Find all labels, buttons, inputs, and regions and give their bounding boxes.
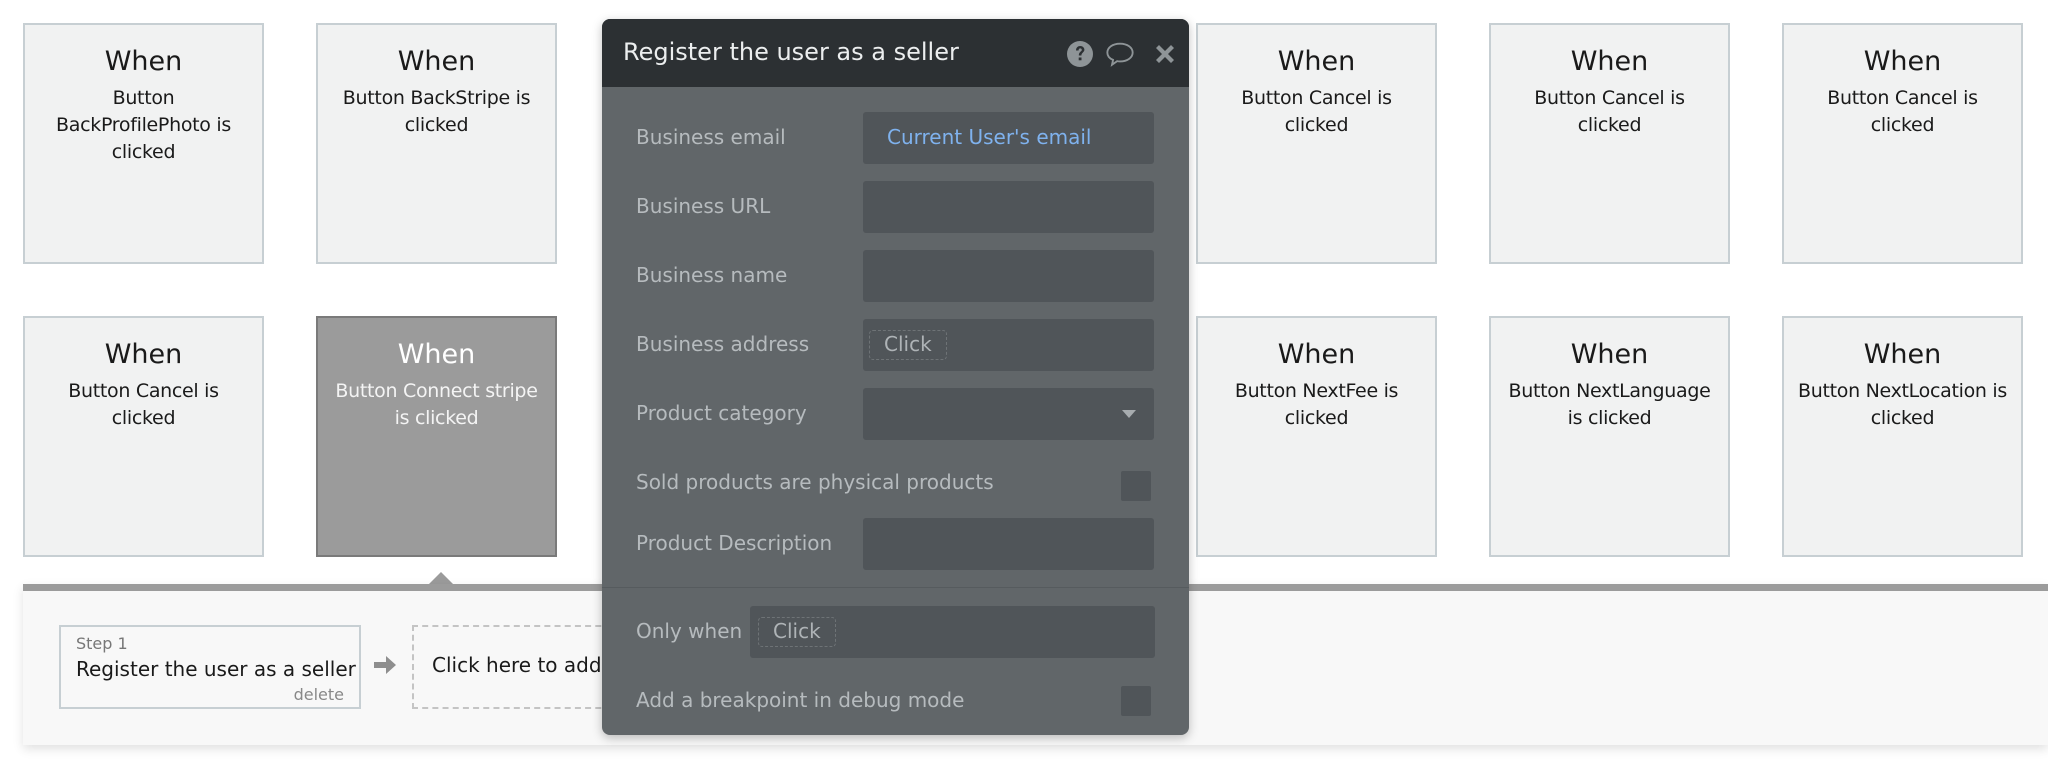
physical-products-checkbox[interactable]	[1121, 471, 1151, 501]
comment-icon[interactable]	[1105, 39, 1135, 69]
event-when-label: When	[1570, 46, 1649, 77]
event-description: Button Connect stripe is clicked	[335, 380, 538, 429]
event-card[interactable]: When Button BackProfilePhoto is clicked	[23, 23, 264, 264]
field-business-email: Business email Current User's email	[602, 112, 1189, 164]
event-when-label: When	[1277, 46, 1356, 77]
event-description: Button BackProfilePhoto is clicked	[56, 87, 231, 163]
event-card[interactable]: When Button Cancel is clicked	[23, 316, 264, 557]
event-description: Button NextFee is clicked	[1234, 380, 1399, 429]
event-when-label: When	[104, 46, 183, 77]
event-card[interactable]: When Button Cancel is clicked	[1489, 23, 1730, 264]
field-label: Sold products are physical products	[636, 470, 994, 494]
field-label: Add a breakpoint in debug mode	[636, 688, 965, 712]
field-label: Business name	[636, 263, 788, 287]
step-delete-link[interactable]: delete	[294, 685, 344, 704]
field-physical-products: Sold products are physical products	[602, 457, 1189, 509]
event-card[interactable]: When Button Cancel is clicked	[1782, 23, 2023, 264]
field-label: Business email	[636, 125, 786, 149]
action-properties-panel: Register the user as a seller Business e…	[602, 19, 1189, 735]
only-when-condition-input[interactable]: Click	[750, 606, 1155, 658]
event-description: Button NextLanguage is clicked	[1508, 380, 1711, 429]
panel-title: Register the user as a seller	[623, 38, 959, 66]
product-category-dropdown[interactable]	[863, 388, 1154, 440]
event-when-label: When	[397, 339, 476, 370]
event-when-label: When	[397, 46, 476, 77]
business-email-input[interactable]: Current User's email	[863, 112, 1154, 164]
field-label: Business URL	[636, 194, 771, 218]
close-icon[interactable]	[1150, 39, 1180, 69]
dropdown-arrow-icon	[1122, 410, 1136, 418]
business-url-input[interactable]	[863, 181, 1154, 233]
arrow-right-icon	[374, 656, 396, 674]
event-description: Button Cancel is clicked	[1827, 87, 1978, 136]
event-description: Button Cancel is clicked	[68, 380, 219, 429]
dynamic-expression[interactable]: Current User's email	[887, 125, 1092, 149]
click-placeholder-chip[interactable]: Click	[758, 617, 836, 647]
event-card[interactable]: When Button NextLocation is clicked	[1782, 316, 2023, 557]
step-number-label: Step 1	[76, 634, 128, 653]
event-when-label: When	[104, 339, 183, 370]
help-icon[interactable]	[1065, 39, 1095, 69]
step-title: Register the user as a seller	[76, 657, 356, 681]
event-description: Button BackStripe is clicked	[342, 87, 531, 136]
product-description-input[interactable]	[863, 518, 1154, 570]
event-when-label: When	[1863, 339, 1942, 370]
event-card-selected[interactable]: When Button Connect stripe is clicked	[316, 316, 557, 557]
field-label: Product Description	[636, 531, 833, 555]
field-label: Product category	[636, 401, 807, 425]
business-address-input[interactable]: Click	[863, 319, 1154, 371]
event-when-label: When	[1863, 46, 1942, 77]
click-placeholder-chip[interactable]: Click	[869, 330, 947, 360]
event-when-label: When	[1570, 339, 1649, 370]
panel-header: Register the user as a seller	[602, 19, 1189, 87]
workflow-editor-canvas: When Button BackProfilePhoto is clicked …	[0, 0, 2048, 761]
event-card[interactable]: When Button NextLanguage is clicked	[1489, 316, 1730, 557]
event-card[interactable]: When Button Cancel is clicked	[1196, 23, 1437, 264]
field-product-category: Product category	[602, 388, 1189, 440]
event-card[interactable]: When Button BackStripe is clicked	[316, 23, 557, 264]
field-label: Only when	[636, 619, 743, 643]
event-card[interactable]: When Button NextFee is clicked	[1196, 316, 1437, 557]
event-description: Button Cancel is clicked	[1534, 87, 1685, 136]
field-business-name: Business name	[602, 250, 1189, 302]
event-description: Button NextLocation is clicked	[1798, 380, 2007, 429]
panel-divider	[602, 587, 1189, 588]
field-business-address: Business address Click	[602, 319, 1189, 371]
field-label: Business address	[636, 332, 810, 356]
field-business-url: Business URL	[602, 181, 1189, 233]
field-product-description: Product Description	[602, 518, 1189, 570]
business-name-input[interactable]	[863, 250, 1154, 302]
event-when-label: When	[1277, 339, 1356, 370]
breakpoint-checkbox[interactable]	[1121, 686, 1151, 716]
workflow-step-1[interactable]: Step 1 Register the user as a seller del…	[59, 625, 361, 709]
field-breakpoint: Add a breakpoint in debug mode	[602, 675, 1189, 727]
event-description: Button Cancel is clicked	[1241, 87, 1392, 136]
field-only-when: Only when Click	[602, 606, 1189, 658]
